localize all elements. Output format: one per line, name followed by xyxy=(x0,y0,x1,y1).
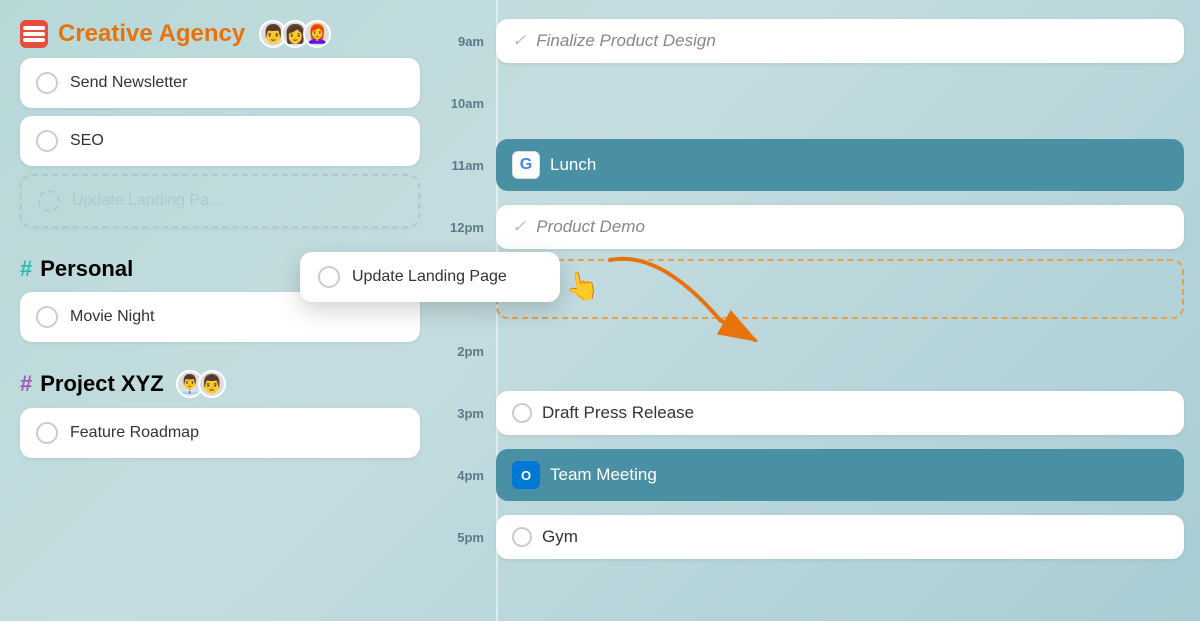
dragging-task[interactable]: Update Landing Page xyxy=(300,252,560,302)
calendar-row-4pm: 4pm O Team Meeting xyxy=(440,444,1184,506)
event-checkbox-draft[interactable] xyxy=(512,403,532,423)
task-send-newsletter[interactable]: Send Newsletter xyxy=(20,58,420,108)
event-label-finalize: Finalize Product Design xyxy=(536,31,716,51)
time-4pm: 4pm xyxy=(440,468,496,483)
time-10am: 10am xyxy=(440,96,496,111)
calendar-row-12pm: 12pm ✓ Product Demo xyxy=(440,196,1184,258)
avatar-xyz-2: 👨 xyxy=(198,370,226,398)
creative-agency-avatars: 👨 👩 👩‍🦰 xyxy=(259,20,331,48)
event-label-gym: Gym xyxy=(542,527,578,547)
event-checkbox-gym[interactable] xyxy=(512,527,532,547)
task-feature-roadmap[interactable]: Feature Roadmap xyxy=(20,408,420,458)
cursor-pointer-icon: 👆 xyxy=(562,267,602,306)
event-gym[interactable]: Gym xyxy=(496,515,1184,559)
time-11am: 11am xyxy=(440,158,496,173)
event-check-icon-2: ✓ xyxy=(512,217,526,237)
avatar-3: 👩‍🦰 xyxy=(303,20,331,48)
dragging-task-label: Update Landing Page xyxy=(352,268,507,286)
time-12pm: 12pm xyxy=(440,220,496,235)
calendar-row-9am: 9am ✓ Finalize Product Design xyxy=(440,10,1184,72)
time-9am: 9am xyxy=(440,34,496,49)
task-update-landing-ghost: Update Landing Pa... xyxy=(20,174,420,228)
outlook-icon: O xyxy=(512,461,540,489)
calendar-row-3pm: 3pm Draft Press Release xyxy=(440,382,1184,444)
task-checkbox-movie-night[interactable] xyxy=(36,306,58,328)
task-checkbox-feature-roadmap[interactable] xyxy=(36,422,58,444)
left-panel: Creative Agency 👨 👩 👩‍🦰 Send Newsletter … xyxy=(0,0,440,621)
project-xyz-section: # Project XYZ 👨‍💼 👨 Feature Roadmap xyxy=(20,366,420,466)
project-icon-creative-agency xyxy=(20,20,48,48)
creative-agency-header: Creative Agency 👨 👩 👩‍🦰 xyxy=(20,20,420,48)
creative-agency-title: Creative Agency xyxy=(58,20,245,48)
hash-icon-project-xyz: # xyxy=(20,371,32,397)
task-label-seo: SEO xyxy=(70,132,104,150)
task-checkbox-send-newsletter[interactable] xyxy=(36,72,58,94)
calendar-row-10am: 10am xyxy=(440,72,1184,134)
calendar-row-11am: 11am G Lunch xyxy=(440,134,1184,196)
project-xyz-avatars: 👨‍💼 👨 xyxy=(176,370,226,398)
event-check-icon: ✓ xyxy=(512,31,526,51)
dragging-checkbox xyxy=(318,266,340,288)
task-label-feature-roadmap: Feature Roadmap xyxy=(70,424,199,442)
task-label-update-landing-ghost: Update Landing Pa... xyxy=(72,192,222,210)
creative-agency-section: Creative Agency 👨 👩 👩‍🦰 Send Newsletter … xyxy=(20,20,420,236)
time-2pm: 2pm xyxy=(440,344,496,359)
event-lunch[interactable]: G Lunch xyxy=(496,139,1184,191)
layers-icon xyxy=(23,26,45,42)
right-panel: 9am ✓ Finalize Product Design 10am 11am … xyxy=(440,0,1200,621)
project-xyz-header: # Project XYZ 👨‍💼 👨 xyxy=(20,370,420,398)
task-label-movie-night: Movie Night xyxy=(70,308,154,326)
calendar-row-2pm: 2pm xyxy=(440,320,1184,382)
task-label-send-newsletter: Send Newsletter xyxy=(70,74,187,92)
event-finalize-product-design[interactable]: ✓ Finalize Product Design xyxy=(496,19,1184,63)
task-checkbox-update-landing-ghost xyxy=(38,190,60,212)
event-label-draft: Draft Press Release xyxy=(542,403,694,423)
time-5pm: 5pm xyxy=(440,530,496,545)
time-3pm: 3pm xyxy=(440,406,496,421)
hash-icon-personal: # xyxy=(20,256,32,282)
event-product-demo[interactable]: ✓ Product Demo xyxy=(496,205,1184,249)
event-team-meeting[interactable]: O Team Meeting xyxy=(496,449,1184,501)
event-label-team-meeting: Team Meeting xyxy=(550,465,657,485)
personal-title: Personal xyxy=(40,256,133,282)
google-icon: G xyxy=(512,151,540,179)
task-seo[interactable]: SEO xyxy=(20,116,420,166)
task-checkbox-seo[interactable] xyxy=(36,130,58,152)
event-label-product-demo: Product Demo xyxy=(536,217,645,237)
project-xyz-title: Project XYZ xyxy=(40,371,163,397)
event-label-lunch: Lunch xyxy=(550,155,596,175)
event-draft-press-release[interactable]: Draft Press Release xyxy=(496,391,1184,435)
calendar-row-5pm: 5pm Gym xyxy=(440,506,1184,568)
